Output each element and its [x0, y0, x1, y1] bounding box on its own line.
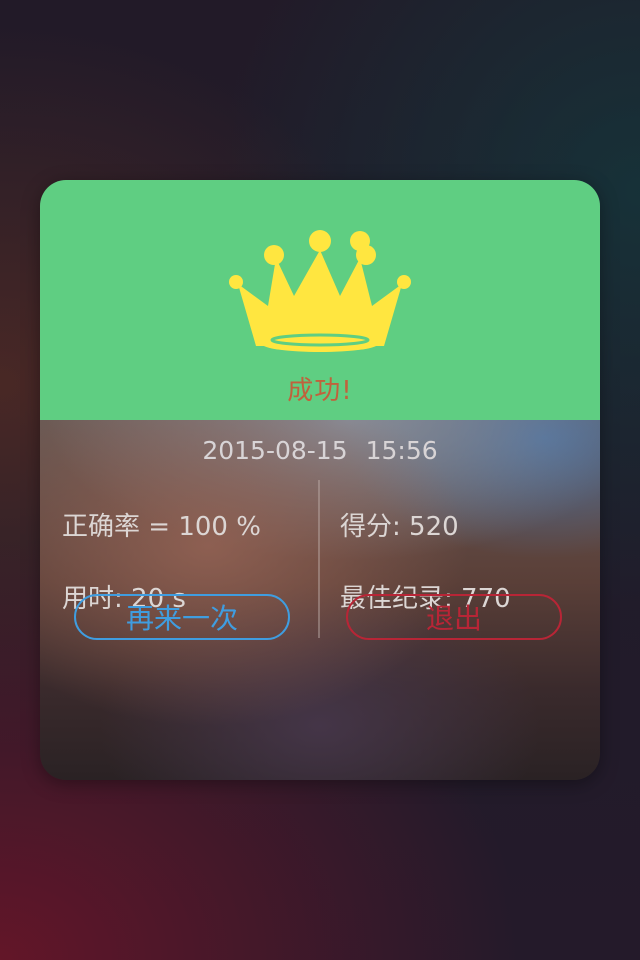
exit-button[interactable]: 退出: [346, 594, 562, 640]
result-header: 成功!: [40, 180, 600, 420]
score-label: 得分:: [340, 512, 410, 542]
accuracy-value: 100 %: [178, 512, 261, 542]
score-stat: 得分: 520: [340, 506, 459, 543]
accuracy-label: 正确率 =: [62, 512, 179, 542]
crown-icon: [229, 230, 411, 352]
retry-button[interactable]: 再来一次: [74, 594, 290, 640]
result-title: 成功!: [287, 376, 353, 406]
score-value: 520: [409, 512, 459, 542]
result-datetime: 2015-08-15 15:56: [40, 436, 600, 465]
result-date: 2015-08-15: [202, 436, 348, 465]
stats-divider: [318, 480, 320, 638]
result-time: 15:56: [365, 436, 438, 465]
result-card: 成功! 2015-08-15 15:56 正确率 = 100 % 得分: 520 …: [40, 180, 600, 780]
accuracy-stat: 正确率 = 100 %: [62, 506, 261, 543]
